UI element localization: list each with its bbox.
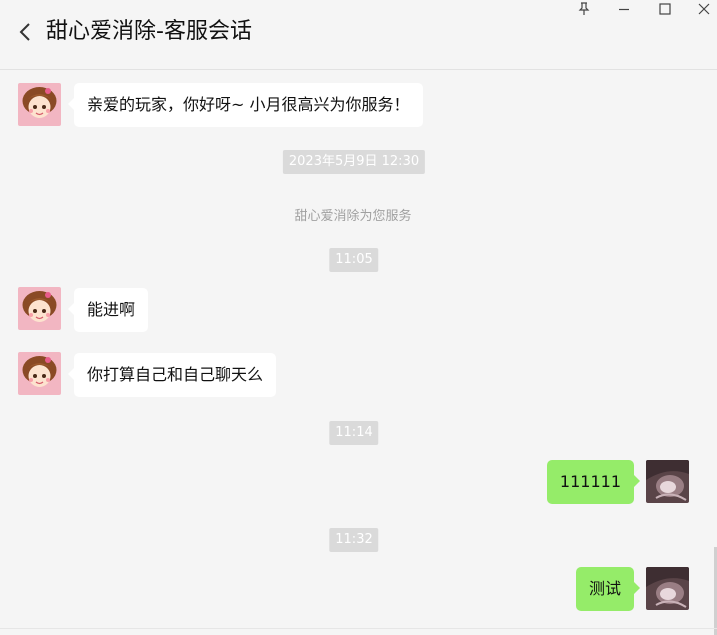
close-button[interactable]	[684, 0, 717, 18]
user-avatar[interactable]	[646, 460, 689, 503]
timestamp-label: 2023年5月9日 12:30	[282, 150, 426, 174]
message-incoming: 能进啊	[0, 276, 717, 336]
maximize-button[interactable]	[645, 0, 685, 18]
service-avatar[interactable]	[18, 287, 61, 330]
divider	[0, 628, 717, 629]
message-bubble[interactable]: 你打算自己和自己聊天么	[67, 353, 277, 397]
message-bubble[interactable]: 亲爱的玩家，你好呀~ 小月很高兴为你服务！	[68, 83, 423, 127]
service-avatar[interactable]	[18, 83, 61, 126]
window-title: 甜心爱消除-客服会话	[46, 19, 252, 44]
maximize-icon	[659, 3, 671, 15]
message-bubble[interactable]: 111111	[546, 460, 641, 504]
timestamp-label: 11:05	[329, 248, 379, 272]
message-bubble[interactable]: 能进啊	[67, 288, 149, 332]
chevron-left-icon	[19, 23, 30, 41]
service-avatar[interactable]	[18, 352, 61, 395]
message-incoming: 亲爱的玩家，你好呀~ 小月很高兴为你服务！	[0, 71, 717, 131]
timestamp-label: 11:14	[329, 421, 379, 445]
pin-button[interactable]	[564, 0, 604, 18]
user-avatar[interactable]	[646, 567, 689, 610]
message-outgoing: 测试	[0, 556, 717, 616]
chat-area[interactable]: 亲爱的玩家，你好呀~ 小月很高兴为你服务！ 2023年5月9日 12:30 甜心…	[0, 71, 717, 635]
close-icon	[698, 3, 710, 15]
timestamp-label: 11:32	[329, 528, 379, 552]
system-message: 甜心爱消除为您服务	[294, 209, 412, 224]
message-outgoing: 111111	[0, 449, 717, 509]
minimize-button[interactable]	[604, 0, 644, 18]
message-bubble[interactable]: 测试	[575, 567, 641, 611]
back-button[interactable]	[14, 20, 38, 44]
pin-icon	[578, 2, 590, 15]
message-incoming: 你打算自己和自己聊天么	[0, 341, 717, 401]
title-bar: 甜心爱消除-客服会话	[0, 0, 717, 70]
minimize-icon	[619, 8, 629, 11]
